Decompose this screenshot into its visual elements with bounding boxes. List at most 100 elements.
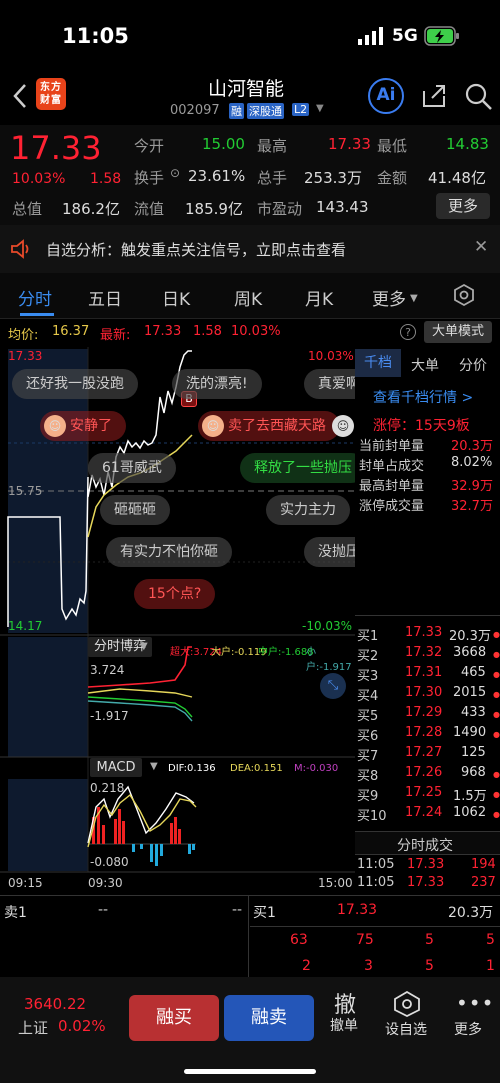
search-icon[interactable]: [464, 82, 494, 116]
axis-price-bottom: 14.17: [8, 619, 43, 633]
stat-value: 32.9万: [451, 479, 493, 494]
avatar: ☺: [44, 415, 66, 437]
index-value: 3640.22: [24, 995, 87, 1013]
comment-bubble[interactable]: 有实力不怕你砸: [106, 537, 232, 567]
macd-m: M:-0.030: [294, 763, 339, 774]
queue-cell: 2: [302, 958, 311, 974]
trades-header[interactable]: 分时成交: [355, 831, 500, 855]
chevron-down-icon[interactable]: ▼: [316, 103, 324, 114]
latest-label: 最新:: [100, 328, 131, 343]
time-open: 09:30: [88, 876, 123, 890]
bid-row: 买1 17.33 20.3万 ●: [357, 625, 500, 644]
bid-row: 买4 17.30 2015 ●: [357, 685, 500, 704]
stat-label: 涨停成交量: [359, 499, 425, 514]
help-icon[interactable]: ?: [400, 324, 416, 340]
share-icon[interactable]: [420, 82, 448, 114]
tag-level2: L2: [292, 103, 310, 116]
label-open: 今开: [134, 137, 165, 155]
stat-value: 32.7万: [451, 499, 493, 514]
comment-bubble[interactable]: 还好我一股没跑: [12, 369, 138, 399]
comment-bubble[interactable]: 15个点?: [134, 579, 216, 609]
label-pe: 市盈动: [257, 200, 303, 218]
margin-buy-button[interactable]: 融买: [129, 995, 219, 1041]
speaker-icon: [10, 239, 34, 263]
bid-row: 买6 17.28 1490 ●: [357, 725, 500, 744]
chart-tabs: 分时 五日 日K 周K 月K 更多 ▼: [0, 273, 500, 319]
more-quote-button[interactable]: 更多: [436, 193, 490, 219]
tab-depth[interactable]: 千档: [355, 349, 401, 377]
info-icon[interactable]: ⊙: [170, 166, 180, 180]
more-label[interactable]: 更多: [454, 1019, 482, 1039]
brand-logo[interactable]: 东方财富: [36, 78, 66, 110]
label-amount: 金额: [377, 169, 408, 187]
label-market-cap: 总值: [12, 200, 43, 218]
comment-bubble[interactable]: 实力主力: [266, 495, 350, 525]
stat-value: 8.02%: [451, 455, 493, 470]
tab-five-day[interactable]: 五日: [88, 285, 122, 310]
change-pct: 10.03%: [12, 171, 66, 187]
gear-icon[interactable]: [452, 283, 476, 311]
margin-sell-button[interactable]: 融卖: [224, 995, 314, 1041]
more-dots-icon[interactable]: •••: [456, 991, 494, 1015]
tab-monthly-k[interactable]: 月K: [305, 285, 333, 310]
close-icon[interactable]: ✕: [474, 237, 488, 257]
ai-button[interactable]: Ai: [368, 78, 404, 114]
sell1-label: 卖1: [4, 905, 27, 921]
cancel-order-label[interactable]: 撤单: [330, 1015, 358, 1035]
tag-margin: 融: [229, 103, 244, 119]
value-open: 15.00: [202, 135, 245, 153]
notice-bar[interactable]: 自选分析：触发重点关注信号，立即点击查看 ✕: [0, 225, 500, 273]
bid-row: 买8 17.26 968 ●: [357, 765, 500, 784]
comment-bubble[interactable]: 61哥威武: [88, 453, 176, 483]
stock-name: 山河智能: [208, 78, 285, 100]
tab-price-distribution[interactable]: 分价: [459, 355, 487, 375]
watchlist-icon[interactable]: [393, 990, 421, 1021]
latest-pct: 10.03%: [231, 324, 281, 339]
tab-daily-k[interactable]: 日K: [162, 285, 190, 310]
status-bar: 11:05 5G: [0, 0, 500, 70]
bid-row: 买2 17.32 3668 ●: [357, 645, 500, 664]
bid-row: 买10 17.24 1062 ●: [357, 805, 500, 824]
network-label: 5G: [392, 26, 418, 46]
game-axis-top: 3.724: [90, 663, 125, 677]
watchlist-label[interactable]: 设自选: [385, 1019, 427, 1039]
tab-weekly-k[interactable]: 周K: [234, 285, 262, 310]
stat-value: 20.3万: [451, 439, 493, 454]
back-icon[interactable]: [12, 82, 28, 114]
bottom-toolbar: 3640.22 上证 0.02% 融买 融卖 撤 撤单 设自选 ••• 更多: [0, 977, 500, 1083]
value-market-cap: 186.2亿: [62, 200, 120, 218]
trades-title: 分时成交: [397, 838, 453, 854]
queue-cell: 63: [290, 932, 308, 948]
queue-cell: 5: [425, 958, 434, 974]
tab-more[interactable]: 更多: [372, 285, 406, 310]
limit-up-streak: 涨停：15天9板: [373, 418, 470, 434]
value-turnover: 23.61%: [188, 167, 246, 185]
avg-label: 均价:: [8, 328, 39, 343]
quote-panel: 17.33 10.03% 1.58 今开 15.00 最高 17.33 最低 1…: [0, 125, 500, 225]
big-order-mode-button[interactable]: 大单模式: [424, 321, 492, 343]
queue-cell: 5: [425, 932, 434, 948]
axis-price-top: 17.33: [8, 349, 43, 363]
comment-bubble[interactable]: 释放了一些抛压: [240, 453, 366, 483]
battery-icon: [424, 26, 460, 50]
tab-intraday[interactable]: 分时: [18, 285, 52, 310]
comment-bubble[interactable]: 砸砸砸: [100, 495, 170, 525]
level1-book: 卖1 -- -- 买1 17.33 20.3万 63 75 5 5 2 3 5 …: [0, 895, 500, 978]
value-low: 14.83: [446, 135, 489, 153]
label-turnover: 换手: [134, 169, 165, 187]
bid-row: 买7 17.27 125: [357, 745, 486, 764]
macd-selector[interactable]: MACD: [90, 758, 142, 777]
stock-code: 002097: [170, 103, 220, 118]
latest-change: 1.58: [193, 324, 222, 339]
tab-big-orders[interactable]: 大单: [411, 355, 439, 375]
axis-price-mid: 15.75: [8, 484, 43, 498]
expand-icon[interactable]: ⤡: [320, 673, 346, 699]
bid-row: 买5 17.29 433 ●: [357, 705, 500, 724]
time-start: 09:15: [8, 876, 43, 890]
intraday-chart[interactable]: 17.33 10.03% 15.75 14.17 -10.03% B 还好我一股…: [0, 347, 374, 892]
comment-bubble[interactable]: 洗的漂亮!: [172, 369, 262, 399]
depth-link[interactable]: 查看千档行情 >: [373, 387, 473, 407]
tag-sz-connect: 深股通: [247, 103, 284, 119]
buy1-label: 买1: [253, 905, 276, 921]
macd-dif: DIF:0.136: [168, 763, 216, 774]
